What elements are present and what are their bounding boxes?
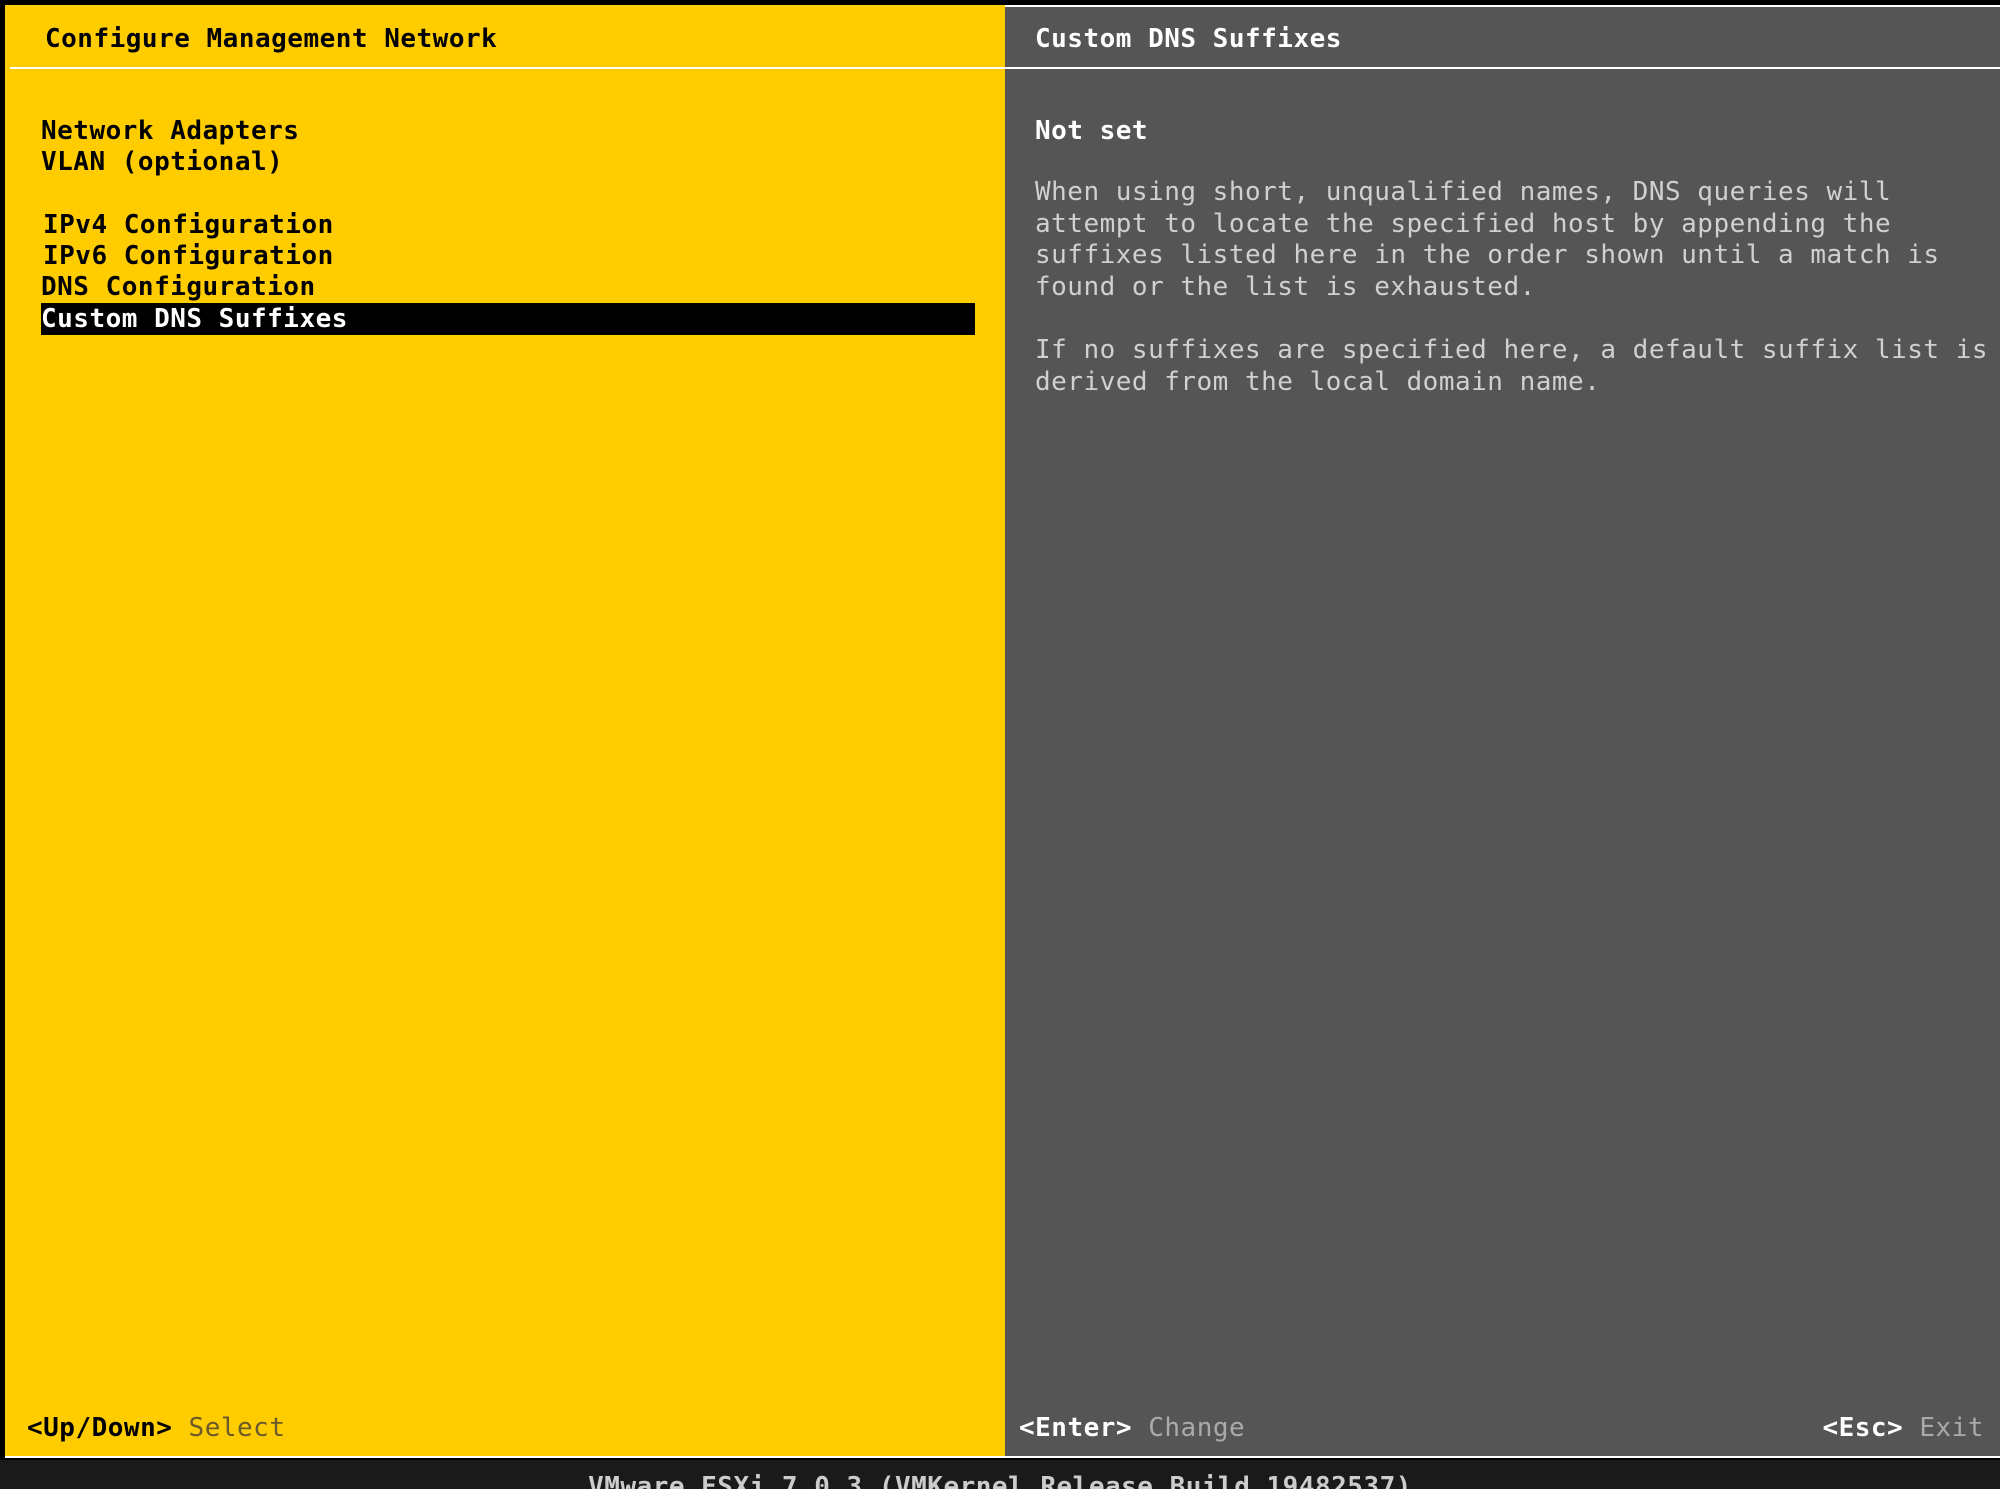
- footer-key-enter[interactable]: <Enter>: [1019, 1413, 1132, 1443]
- menu-item-ipv6-configuration[interactable]: IPv6 Configuration: [43, 240, 977, 272]
- footer-exit-hint: <Esc> Exit: [1822, 1412, 1984, 1444]
- bottom-divider: [5, 1456, 1005, 1458]
- current-value: Not set: [1035, 116, 1149, 146]
- panel-title: Configure Management Network: [45, 24, 498, 54]
- footer-key-esc[interactable]: <Esc>: [1822, 1413, 1903, 1443]
- footer-select-hint: <Up/Down> Select: [27, 1412, 285, 1444]
- footer-action-change: Change: [1148, 1413, 1246, 1443]
- footer-change-hint: <Enter> Change: [1019, 1412, 1245, 1444]
- top-border: [1005, 5, 2000, 7]
- menu-item-network-adapters[interactable]: Network Adapters: [41, 115, 975, 147]
- custom-dns-suffixes-detail-panel: Custom DNS Suffixes Not set When using s…: [1005, 5, 2000, 1458]
- status-bar: VMware ESXi 7.0.3 (VMKernel Release Buil…: [0, 1460, 2000, 1489]
- menu-item-ipv4-configuration[interactable]: IPv4 Configuration: [43, 209, 977, 241]
- menu-item-vlan[interactable]: VLAN (optional): [41, 146, 975, 178]
- title-divider: [1005, 67, 2000, 69]
- bottom-divider: [1005, 1456, 2000, 1458]
- esxi-dcui-screen: Configure Management Network Network Ada…: [0, 0, 2000, 1489]
- menu-item-custom-dns-suffixes[interactable]: Custom DNS Suffixes: [41, 303, 975, 335]
- description-paragraph-2: If no suffixes are specified here, a def…: [1035, 335, 1989, 397]
- description-paragraph-1: When using short, unqualified names, DNS…: [1035, 177, 1940, 302]
- configure-management-network-panel: Configure Management Network Network Ada…: [5, 5, 1005, 1458]
- version-info: VMware ESXi 7.0.3 (VMKernel Release Buil…: [588, 1472, 1412, 1489]
- detail-title: Custom DNS Suffixes: [1035, 24, 1342, 54]
- title-divider: [10, 67, 1005, 69]
- footer-action-exit: Exit: [1919, 1413, 1984, 1443]
- footer-key-up-down[interactable]: <Up/Down>: [27, 1413, 172, 1443]
- menu-item-dns-configuration[interactable]: DNS Configuration: [41, 271, 975, 303]
- footer-action-select: Select: [188, 1413, 286, 1443]
